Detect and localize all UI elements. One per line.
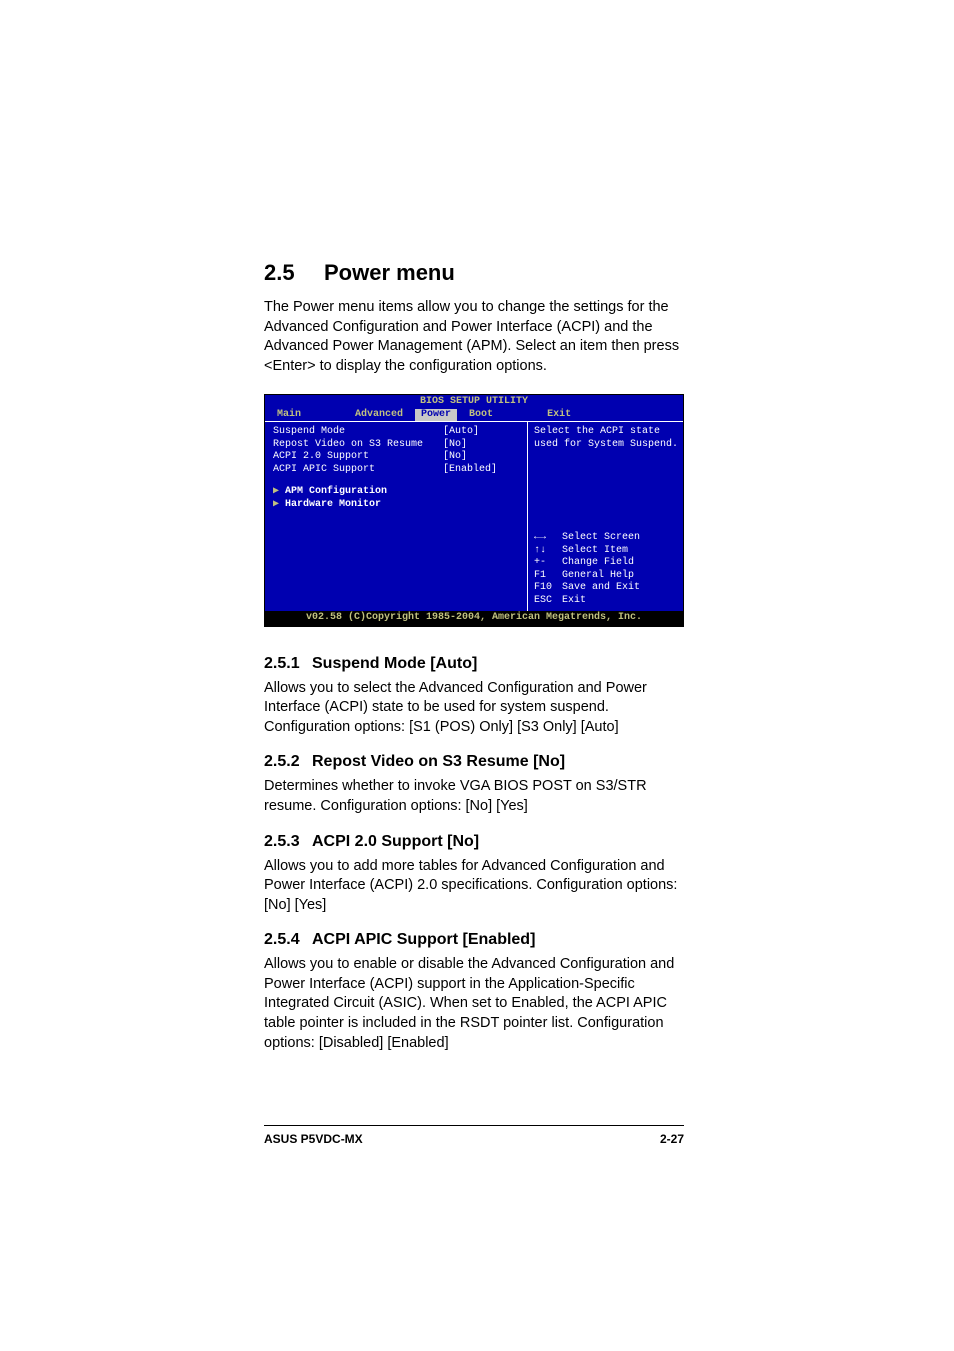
- bios-submenu[interactable]: ▶ Hardware Monitor: [273, 499, 521, 512]
- key-icon: +-: [534, 557, 562, 570]
- bios-help-pane: Select the ACPI state used for System Su…: [528, 421, 683, 611]
- key-desc: Select Screen: [562, 532, 640, 543]
- tab-power[interactable]: Power: [415, 409, 457, 422]
- bios-option-label: ACPI APIC Support: [273, 464, 443, 477]
- key-desc: General Help: [562, 570, 634, 581]
- key-desc: Exit: [562, 595, 586, 606]
- bios-option-value: [No]: [443, 451, 467, 464]
- tab-advanced[interactable]: Advanced: [349, 409, 409, 422]
- footer-right: 2-27: [660, 1132, 684, 1146]
- bios-submenu[interactable]: ▶ APM Configuration: [273, 486, 521, 499]
- bios-option-value: [Enabled]: [443, 464, 497, 477]
- key-icon: F10: [534, 582, 562, 595]
- subsection-heading: 2.5.1Suspend Mode [Auto]: [264, 655, 684, 673]
- section-title: Power menu: [324, 260, 455, 285]
- subsection-number: 2.5.2: [264, 753, 312, 771]
- key-icon: F1: [534, 570, 562, 583]
- bios-options-pane: Suspend Mode [Auto] Repost Video on S3 R…: [265, 421, 528, 611]
- subsection-body: Determines whether to invoke VGA BIOS PO…: [264, 777, 684, 816]
- subsection-number: 2.5.3: [264, 833, 312, 851]
- subsection-title: Repost Video on S3 Resume [No]: [312, 753, 565, 770]
- bios-key-legend: ←→Select Screen ↑↓Select Item +-Change F…: [534, 532, 679, 607]
- key-icon: ↑↓: [534, 545, 562, 558]
- section-number: 2.5: [264, 260, 324, 286]
- bios-tabs: Main Advanced Power Boot Exit: [265, 409, 683, 422]
- bios-window: BIOS SETUP UTILITY Main Advanced Power B…: [264, 394, 684, 627]
- bios-option-row[interactable]: Suspend Mode [Auto]: [273, 426, 521, 439]
- intro-paragraph: The Power menu items allow you to change…: [264, 298, 684, 376]
- bios-submenu-label: Hardware Monitor: [285, 499, 381, 510]
- page-footer: ASUS P5VDC-MX 2-27: [264, 1125, 684, 1146]
- bios-option-row[interactable]: Repost Video on S3 Resume [No]: [273, 439, 521, 452]
- bios-help-text: Select the ACPI state used for System Su…: [534, 426, 679, 451]
- bios-option-row[interactable]: ACPI 2.0 Support [No]: [273, 451, 521, 464]
- subsection-number: 2.5.1: [264, 655, 312, 673]
- key-desc: Change Field: [562, 557, 634, 568]
- key-desc: Save and Exit: [562, 582, 640, 593]
- bios-option-label: Suspend Mode: [273, 426, 443, 439]
- bios-option-value: [No]: [443, 439, 467, 452]
- section-heading: 2.5Power menu: [264, 260, 684, 286]
- tab-main[interactable]: Main: [271, 409, 307, 422]
- bios-option-row[interactable]: ACPI APIC Support [Enabled]: [273, 464, 521, 477]
- bios-option-label: Repost Video on S3 Resume: [273, 439, 443, 452]
- subsection-title: ACPI APIC Support [Enabled]: [312, 931, 535, 948]
- key-icon: ESC: [534, 595, 562, 608]
- tab-exit[interactable]: Exit: [541, 409, 577, 422]
- tab-boot[interactable]: Boot: [463, 409, 499, 422]
- subsection-body: Allows you to enable or disable the Adva…: [264, 955, 684, 1053]
- footer-left: ASUS P5VDC-MX: [264, 1132, 363, 1146]
- key-icon: ←→: [534, 532, 562, 545]
- key-desc: Select Item: [562, 545, 628, 556]
- triangle-icon: ▶: [273, 499, 279, 510]
- subsection-title: Suspend Mode [Auto]: [312, 655, 477, 672]
- subsection-body: Allows you to select the Advanced Config…: [264, 679, 684, 738]
- subsection-heading: 2.5.2Repost Video on S3 Resume [No]: [264, 753, 684, 771]
- triangle-icon: ▶: [273, 486, 279, 497]
- subsection-number: 2.5.4: [264, 931, 312, 949]
- subsection-title: ACPI 2.0 Support [No]: [312, 833, 479, 850]
- bios-footer: v02.58 (C)Copyright 1985-2004, American …: [265, 611, 683, 626]
- subsection-heading: 2.5.4ACPI APIC Support [Enabled]: [264, 931, 684, 949]
- subsection-body: Allows you to add more tables for Advanc…: [264, 857, 684, 916]
- bios-option-value: [Auto]: [443, 426, 479, 439]
- subsection-heading: 2.5.3ACPI 2.0 Support [No]: [264, 833, 684, 851]
- bios-title: BIOS SETUP UTILITY: [265, 395, 683, 409]
- bios-option-label: ACPI 2.0 Support: [273, 451, 443, 464]
- bios-submenu-label: APM Configuration: [285, 486, 387, 497]
